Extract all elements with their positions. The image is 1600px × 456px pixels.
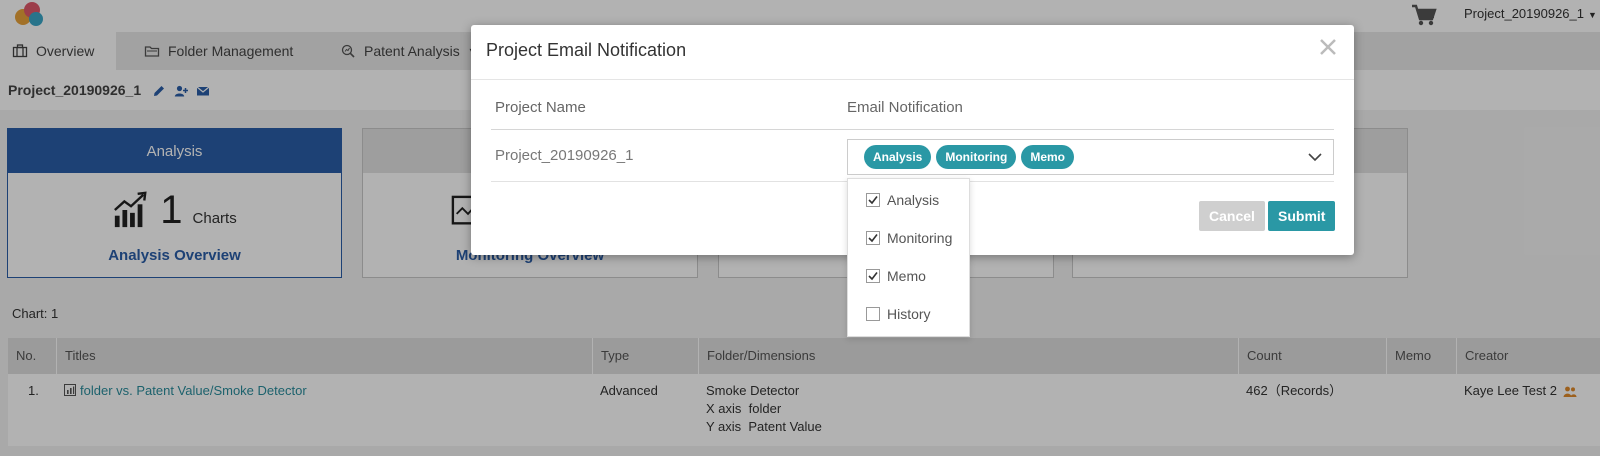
option-monitoring-label: Monitoring — [887, 230, 953, 246]
option-history-label: History — [887, 306, 931, 322]
chip-monitoring[interactable]: Monitoring — [936, 145, 1017, 169]
option-monitoring[interactable]: Monitoring — [866, 228, 952, 248]
close-icon[interactable] — [1316, 35, 1340, 59]
notification-options-dropdown: Analysis Monitoring Memo History — [847, 178, 970, 337]
option-memo[interactable]: Memo — [866, 266, 926, 286]
checkbox-monitoring[interactable] — [866, 231, 880, 245]
modal-divider — [471, 79, 1354, 80]
grid-line-top — [491, 129, 1334, 130]
modal-title: Project Email Notification — [486, 40, 687, 60]
email-notification-select[interactable]: Analysis Monitoring Memo — [847, 139, 1334, 175]
chip-analysis[interactable]: Analysis — [864, 145, 932, 169]
check-icon — [868, 272, 878, 281]
chevron-down-icon[interactable] — [1307, 150, 1323, 164]
checkbox-memo[interactable] — [866, 269, 880, 283]
email-notification-modal: Project Email Notification Project Name … — [471, 25, 1354, 337]
check-icon — [868, 234, 878, 243]
option-analysis[interactable]: Analysis — [866, 190, 939, 210]
col-project-name: Project Name — [495, 99, 586, 116]
option-history[interactable]: History — [866, 304, 931, 324]
option-analysis-label: Analysis — [887, 192, 940, 208]
check-icon — [868, 196, 878, 205]
checkbox-history[interactable] — [866, 307, 880, 321]
cancel-button[interactable]: Cancel — [1199, 201, 1265, 231]
col-email-notification: Email Notification — [847, 99, 963, 116]
checkbox-analysis[interactable] — [866, 193, 880, 207]
submit-button[interactable]: Submit — [1268, 201, 1336, 231]
project-name-value: Project_20190926_1 — [495, 147, 634, 164]
chip-memo[interactable]: Memo — [1021, 145, 1075, 169]
option-memo-label: Memo — [887, 268, 926, 284]
